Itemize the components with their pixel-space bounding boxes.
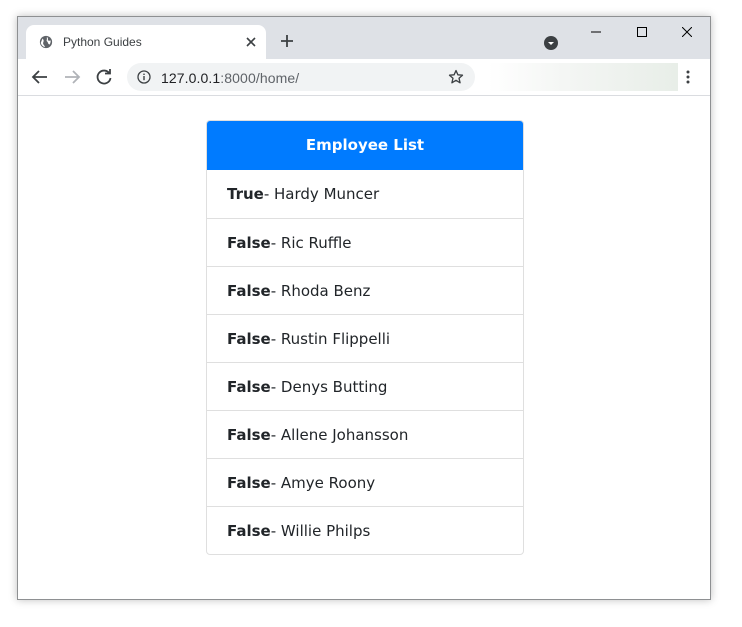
page-content: Employee List True- Hardy Muncer False- R… <box>18 96 710 599</box>
tab-search-icon[interactable] <box>543 35 559 51</box>
extensions-area <box>488 63 678 91</box>
employee-name: Allene Johansson <box>280 426 409 444</box>
reload-icon[interactable] <box>95 68 113 86</box>
list-item: False- Allene Johansson <box>207 410 523 458</box>
separator: - <box>270 282 281 300</box>
title-bar: Python Guides <box>18 17 710 59</box>
list-item: False- Amye Roony <box>207 458 523 506</box>
browser-window: Python Guides 127.0.0.1:8000/home/ Emplo… <box>17 16 711 600</box>
employee-list: True- Hardy Muncer False- Ric Ruffle False… <box>207 170 523 554</box>
card-header: Employee List <box>207 121 523 170</box>
separator: - <box>270 234 281 252</box>
tab-title: Python Guides <box>63 35 142 49</box>
url-host: 127.0.0.1 <box>161 70 221 86</box>
list-item: True- Hardy Muncer <box>207 170 523 218</box>
maximize-button[interactable] <box>619 17 665 47</box>
employee-name: Rhoda Benz <box>280 282 371 300</box>
list-item: False- Rustin Flippelli <box>207 314 523 362</box>
employee-name: Ric Ruffle <box>280 234 352 252</box>
employee-name: Hardy Muncer <box>274 185 380 203</box>
list-item: False- Rhoda Benz <box>207 266 523 314</box>
employee-name: Denys Butting <box>280 378 388 396</box>
employee-name: Amye Roony <box>280 474 376 492</box>
employee-status: False <box>227 234 271 252</box>
list-item: False- Ric Ruffle <box>207 218 523 266</box>
maximize-icon <box>637 27 647 37</box>
address-bar[interactable]: 127.0.0.1:8000/home/ <box>127 63 475 91</box>
employee-status: False <box>227 282 271 300</box>
employee-status: False <box>227 378 271 396</box>
list-item: False- Willie Philps <box>207 506 523 554</box>
info-icon[interactable] <box>137 70 151 84</box>
url-path: :8000/home/ <box>220 70 300 86</box>
employee-status: False <box>227 426 271 444</box>
browser-tab[interactable]: Python Guides <box>26 25 266 59</box>
browser-toolbar: 127.0.0.1:8000/home/ <box>18 59 710 96</box>
employee-name: Willie Philps <box>280 522 371 540</box>
close-window-button[interactable] <box>664 17 710 47</box>
employee-status: False <box>227 330 271 348</box>
separator: - <box>270 330 281 348</box>
url-text[interactable]: 127.0.0.1:8000/home/ <box>161 70 299 86</box>
bookmark-star-icon[interactable] <box>448 69 464 85</box>
separator: - <box>270 522 281 540</box>
minimize-button[interactable] <box>573 17 619 47</box>
globe-icon <box>39 35 53 49</box>
separator: - <box>270 378 281 396</box>
minimize-icon <box>591 31 601 33</box>
list-item: False- Denys Butting <box>207 362 523 410</box>
employee-status: False <box>227 522 271 540</box>
forward-icon[interactable] <box>63 68 81 86</box>
employee-name: Rustin Flippelli <box>280 330 391 348</box>
more-menu-icon[interactable] <box>685 69 691 85</box>
employee-card: Employee List True- Hardy Muncer False- R… <box>206 120 524 555</box>
separator: - <box>263 185 275 203</box>
close-tab-icon[interactable] <box>244 35 258 49</box>
separator: - <box>270 474 281 492</box>
separator: - <box>270 426 281 444</box>
close-icon <box>682 27 692 37</box>
back-icon[interactable] <box>31 68 49 86</box>
employee-status: True <box>227 185 264 203</box>
new-tab-icon[interactable] <box>279 33 295 49</box>
employee-status: False <box>227 474 271 492</box>
